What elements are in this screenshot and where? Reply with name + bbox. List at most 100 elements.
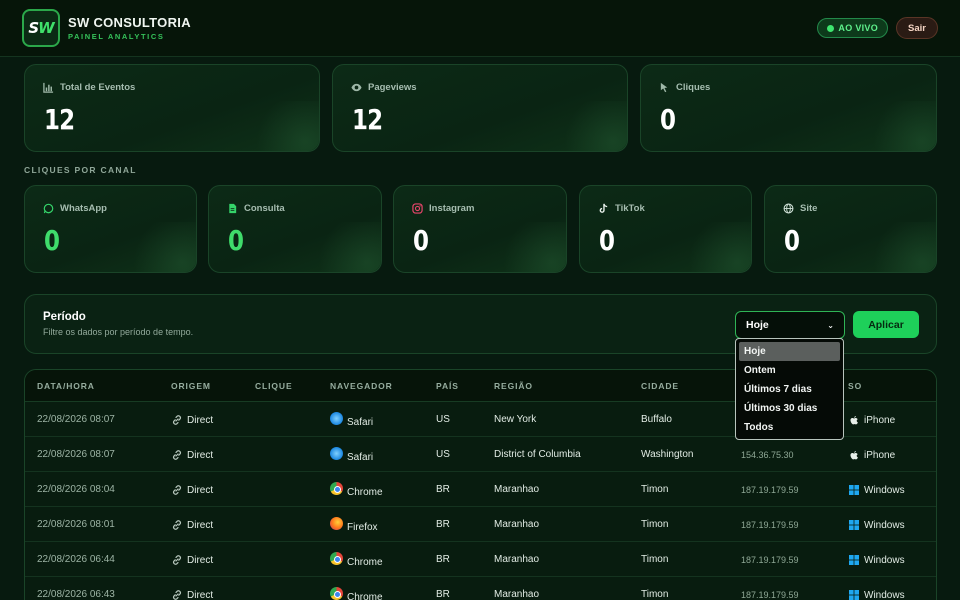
column-header-origin[interactable]: ORIGEM [171, 381, 211, 391]
cell-os-text: Windows [864, 589, 905, 600]
cell-datetime-text: 22/08/2026 06:44 [37, 554, 115, 565]
pageviews-value: 12 [352, 103, 383, 136]
channel-value-consulta: 0 [228, 224, 244, 257]
cell-city: Timon [641, 589, 668, 600]
cell-os: Windows [848, 554, 905, 566]
safari-icon [330, 447, 343, 460]
period-option[interactable]: Últimos 7 dias [739, 380, 840, 399]
chrome-icon [330, 587, 343, 600]
cell-origin-text: Direct [187, 519, 214, 531]
brand-logo[interactable]: SW [22, 9, 60, 47]
cell-ip: 187.19.179.59 [741, 485, 799, 495]
cell-origin-text: Direct [187, 554, 214, 566]
channel-value-instagram: 0 [413, 224, 429, 257]
clicks-value: 0 [660, 103, 676, 136]
bar-chart-icon [43, 82, 54, 93]
link-icon [173, 520, 181, 530]
link-icon [173, 485, 181, 495]
cell-origin: Direct [171, 484, 213, 496]
clicks-card: Cliques 0 [640, 64, 937, 152]
cell-origin-text: Direct [187, 414, 214, 426]
cell-origin-text: Direct [187, 589, 214, 600]
apply-button[interactable]: Aplicar [853, 311, 919, 338]
table-row[interactable]: 22/08/2026 08:01 Direct Firefox BR Maranhao T… [25, 507, 936, 542]
table-row[interactable]: 22/08/2026 08:04 Direct Chrome BR Maranhao Ti… [25, 472, 936, 507]
cell-datetime: 22/08/2026 08:07 [37, 449, 115, 460]
cell-ip-text: 187.19.179.59 [741, 590, 799, 600]
cell-os-text: Windows [864, 554, 905, 566]
period-select[interactable]: Hoje ⌄ [735, 311, 845, 339]
channel-card-tiktok: TikTok 0 [579, 185, 752, 273]
globe-icon [783, 203, 794, 214]
cell-datetime-text: 22/08/2026 08:07 [37, 449, 115, 460]
cell-city-text: Timon [641, 519, 669, 530]
cell-os: Windows [848, 484, 905, 496]
cell-country-text: BR [436, 554, 450, 565]
cell-origin: Direct [171, 589, 213, 600]
cell-city-text: Timon [641, 484, 669, 495]
period-option[interactable]: Ontem [739, 361, 840, 380]
column-header-region[interactable]: REGIÃO [494, 381, 533, 391]
period-option[interactable]: Últimos 30 dias [739, 399, 840, 418]
cell-datetime-text: 22/08/2026 08:07 [37, 414, 115, 425]
channel-value-site: 0 [784, 224, 800, 257]
cell-datetime-text: 22/08/2026 06:43 [37, 589, 115, 600]
channel-card-instagram: Instagram 0 [393, 185, 567, 273]
channel-label-consulta: Consulta [244, 203, 285, 214]
document-icon [229, 203, 237, 214]
column-header-country[interactable]: PAÍS [436, 381, 459, 391]
column-header-datetime[interactable]: DATA/HORA [37, 381, 95, 391]
cell-os: iPhone [848, 414, 895, 426]
logout-button[interactable]: Sair [896, 17, 938, 39]
cell-country: BR [436, 554, 450, 565]
cell-ip: 187.19.179.59 [741, 590, 799, 600]
cell-origin: Direct [171, 554, 213, 566]
table-row[interactable]: 22/08/2026 06:43 Direct Chrome BR Maranhao Ti… [25, 577, 936, 600]
channel-value-tiktok: 0 [599, 224, 615, 257]
cell-os-text: iPhone [864, 449, 896, 461]
windows-icon [849, 520, 859, 530]
channel-card-site: Site 0 [764, 185, 937, 273]
eye-icon [351, 83, 362, 92]
cell-os-text: Windows [864, 484, 905, 496]
cell-region-text: District of Columbia [494, 449, 581, 460]
total-events-label: Total de Eventos [60, 82, 136, 93]
chevron-down-icon: ⌄ [827, 320, 834, 330]
safari-icon [330, 412, 343, 425]
cell-city: Buffalo [641, 414, 672, 425]
cell-origin: Direct [171, 519, 213, 531]
column-header-os[interactable]: SO [848, 381, 862, 391]
cell-os: Windows [848, 589, 905, 600]
cell-city: Timon [641, 554, 668, 565]
cell-os: Windows [848, 519, 905, 531]
cell-ip-text: 187.19.179.59 [741, 485, 799, 495]
cell-city: Timon [641, 519, 668, 530]
column-header-click[interactable]: CLIQUE [255, 381, 293, 391]
top-bar: SW SW CONSULTORIA PAINEL ANALYTICS AO VI… [0, 0, 960, 57]
cell-region-text: Maranhao [494, 519, 540, 530]
cell-region: Maranhao [494, 484, 539, 495]
total-events-card: Total de Eventos 12 [24, 64, 320, 152]
cell-country: BR [436, 589, 450, 600]
table-row[interactable]: 22/08/2026 08:07 Direct Safari US District o… [25, 437, 936, 472]
cell-city: Washington [641, 449, 693, 460]
period-option[interactable]: Todos [739, 418, 840, 437]
table-row[interactable]: 22/08/2026 06:44 Direct Chrome BR Maranhao Ti… [25, 542, 936, 577]
cell-browser: Safari [330, 412, 373, 428]
cell-country: US [436, 449, 450, 460]
period-option[interactable]: Hoje [739, 342, 840, 361]
cell-datetime-text: 22/08/2026 08:04 [37, 484, 115, 495]
clicks-label: Cliques [676, 82, 711, 93]
cell-origin-text: Direct [187, 484, 214, 496]
cell-region: District of Columbia [494, 449, 581, 460]
instagram-icon [412, 203, 423, 214]
cell-browser-text: Firefox [347, 522, 378, 533]
column-header-browser[interactable]: NAVEGADOR [330, 381, 393, 391]
cell-country: US [436, 414, 450, 425]
cell-region-text: Maranhao [494, 484, 540, 495]
cell-country: BR [436, 484, 450, 495]
column-header-city[interactable]: CIDADE [641, 381, 679, 391]
chrome-icon [330, 482, 343, 495]
cell-region-text: Maranhao [494, 589, 540, 600]
brand: SW CONSULTORIA PAINEL ANALYTICS [68, 15, 191, 41]
